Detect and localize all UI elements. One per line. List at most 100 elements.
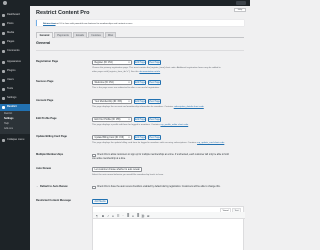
settings-icon <box>2 97 5 100</box>
sidebar-item-label: Media <box>7 31 15 35</box>
sidebar-item-posts[interactable]: Posts <box>0 21 30 28</box>
success-page-select[interactable]: Welcome (ID: 154) ▾ <box>92 80 132 85</box>
select-value: Register (ID: 152) <box>94 62 113 64</box>
submenu-item-settings[interactable]: Settings <box>4 117 13 120</box>
multiple-memberships-text: Check this to allow customers to sign up… <box>97 154 229 156</box>
chevron-down-icon: ▾ <box>128 82 130 84</box>
tab-general[interactable]: General <box>36 32 53 38</box>
link-icon[interactable]: ⛓ <box>141 214 145 218</box>
registration-page-description-2: other pages with [register_form_id="x"].… <box>92 71 160 73</box>
edit-profile-page-select[interactable]: Edit Your Profile (ID: 155) ▾ <box>92 117 132 122</box>
help-tab-button[interactable]: Help <box>234 8 246 12</box>
notice-link[interactable]: Tell me more <box>43 23 56 25</box>
sidebar-item-users[interactable]: Users <box>0 77 30 84</box>
auto-renew-description: Select the auto renew behavior you would… <box>92 174 164 176</box>
account-menu[interactable] <box>236 1 246 5</box>
shortcode-link[interactable]: rcp_update_card short code <box>197 142 224 144</box>
users-icon <box>2 79 5 82</box>
section-title: General <box>36 41 51 45</box>
sidebar-item-plugins[interactable]: Plugins <box>0 68 30 75</box>
align-center-icon[interactable]: ≡ <box>131 214 135 218</box>
wordpress-logo-icon[interactable] <box>3 1 7 5</box>
paragraph-format-icon[interactable]: ¶ <box>95 214 99 218</box>
shortcode-link[interactable]: subscription_details short code <box>174 106 204 108</box>
select-value: Update Billing Card (ID: 156) <box>94 137 124 139</box>
numbered-list-icon[interactable]: ☰ <box>116 214 120 218</box>
sidebar-item-appearance[interactable]: Appearance <box>0 59 30 66</box>
edit-page-button[interactable]: Edit Page <box>134 60 146 65</box>
sidebar-item-pages[interactable]: Pages <box>0 39 30 46</box>
info-notice: Restrict Content 3.0 is here with powerf… <box>36 20 244 26</box>
edit-page-button[interactable]: Edit Page <box>134 80 146 85</box>
update-billing-page-label: Update Billing Card Page <box>36 135 67 138</box>
default-auto-renew-checkbox[interactable] <box>92 185 96 189</box>
restrict-submenu: Restrict Settings Help Add-ons <box>0 111 30 134</box>
align-right-icon[interactable]: ≣ <box>136 214 140 218</box>
edit-page-button[interactable]: Edit Page <box>134 135 146 140</box>
posts-icon <box>2 23 5 26</box>
chevron-down-icon: ▾ <box>128 137 130 139</box>
sidebar-item-label: Dashboard <box>7 13 20 17</box>
sidebar-item-tools[interactable]: Tools <box>0 86 30 93</box>
sidebar-item-label: Pages <box>7 40 15 44</box>
edit-page-button[interactable]: Edit Page <box>134 99 146 104</box>
bold-icon[interactable]: B <box>101 214 105 218</box>
bullet-list-icon[interactable]: ≡ <box>111 214 115 218</box>
tab-emails[interactable]: Emails <box>73 32 87 38</box>
account-page-label: Account Page <box>36 99 54 102</box>
success-page-description: This is the page users are redirected to… <box>92 87 160 89</box>
blockquote-icon[interactable]: “ <box>121 214 125 218</box>
description-text: This page displays the update billing ca… <box>92 142 197 144</box>
italic-icon[interactable]: I <box>106 214 110 218</box>
update-billing-page-select[interactable]: Update Billing Card (ID: 156) ▾ <box>92 135 132 140</box>
collapse-label: Collapse menu <box>7 138 25 142</box>
auto-renew-select[interactable]: Let customer choose whether to auto rene… <box>92 167 142 172</box>
collapse-menu-button[interactable]: Collapse menu <box>0 137 30 144</box>
view-page-button[interactable]: View Page <box>148 60 161 65</box>
account-page-select[interactable]: Your Membership (ID: 153) ▾ <box>92 99 132 104</box>
sidebar-item-comments[interactable]: Comments <box>0 48 30 55</box>
account-page-description: This page displays the account and membe… <box>92 106 204 108</box>
pages-icon <box>2 41 5 44</box>
sidebar-item-dashboard[interactable]: Dashboard <box>0 12 30 19</box>
tab-payments[interactable]: Payments <box>54 32 72 38</box>
sidebar-item-label: Posts <box>7 22 14 26</box>
multiple-memberships-checkbox[interactable] <box>92 153 96 157</box>
select-value: Edit Your Profile (ID: 155) <box>94 119 121 121</box>
restricted-message-label: Restricted Content Message <box>36 199 71 202</box>
view-page-button[interactable]: View Page <box>148 80 161 85</box>
select-value: Your Membership (ID: 153) <box>94 101 123 103</box>
add-media-button[interactable]: Add Media <box>92 199 108 204</box>
tab-invoices[interactable]: Invoices <box>88 32 104 38</box>
default-auto-renew-text: Check this to have the auto renew checkb… <box>97 186 221 188</box>
sidebar-item-settings[interactable]: Settings <box>0 95 30 102</box>
view-page-button[interactable]: View Page <box>148 135 161 140</box>
view-page-button[interactable]: View Page <box>148 117 161 122</box>
main-content: Help Restrict Content Pro Restrict Conte… <box>30 6 250 250</box>
page-title: Restrict Content Pro <box>36 10 90 16</box>
registration-page-select[interactable]: Register (ID: 152) ▾ <box>92 60 132 65</box>
edit-page-button[interactable]: Edit Page <box>134 117 146 122</box>
documentation-link[interactable]: documentation article <box>139 71 160 73</box>
align-left-icon[interactable]: ≣ <box>126 214 130 218</box>
sidebar-item-label: Comments <box>7 49 20 53</box>
shortcode-link[interactable]: rcp_profile_editor short code <box>160 124 188 126</box>
toolbar-toggle-icon[interactable]: ⊞ <box>146 214 150 218</box>
sidebar-item-restrict[interactable]: Restrict <box>0 104 30 111</box>
sidebar-item-label: Users <box>7 78 14 82</box>
sidebar-item-media[interactable]: Media <box>0 30 30 37</box>
chevron-down-icon: ▾ <box>138 169 140 171</box>
restricted-message-editor[interactable]: Visual Text ¶ B I ≡ ☰ “ ≣ ≡ ≣ ⛓ ⊞ <box>92 206 245 250</box>
chevron-down-icon: ▾ <box>128 119 130 121</box>
submenu-item-addons[interactable]: Add-ons <box>4 127 13 130</box>
comments-icon <box>2 50 5 53</box>
default-auto-renew-label: Default to Auto Renew <box>40 185 68 188</box>
registration-page-description: Choose the primary registration page. Th… <box>92 67 221 69</box>
tab-misc[interactable]: Misc <box>105 32 116 38</box>
submenu-item-restrict[interactable]: Restrict <box>4 112 12 115</box>
admin-sidebar: Dashboard Posts Media Pages Comments App… <box>0 6 30 250</box>
view-page-button[interactable]: View Page <box>148 99 161 104</box>
description-text: This page displays a profile edit form f… <box>92 124 160 126</box>
submenu-item-help[interactable]: Help <box>4 122 9 125</box>
multiple-memberships-label: Multiple Memberships <box>36 153 64 156</box>
